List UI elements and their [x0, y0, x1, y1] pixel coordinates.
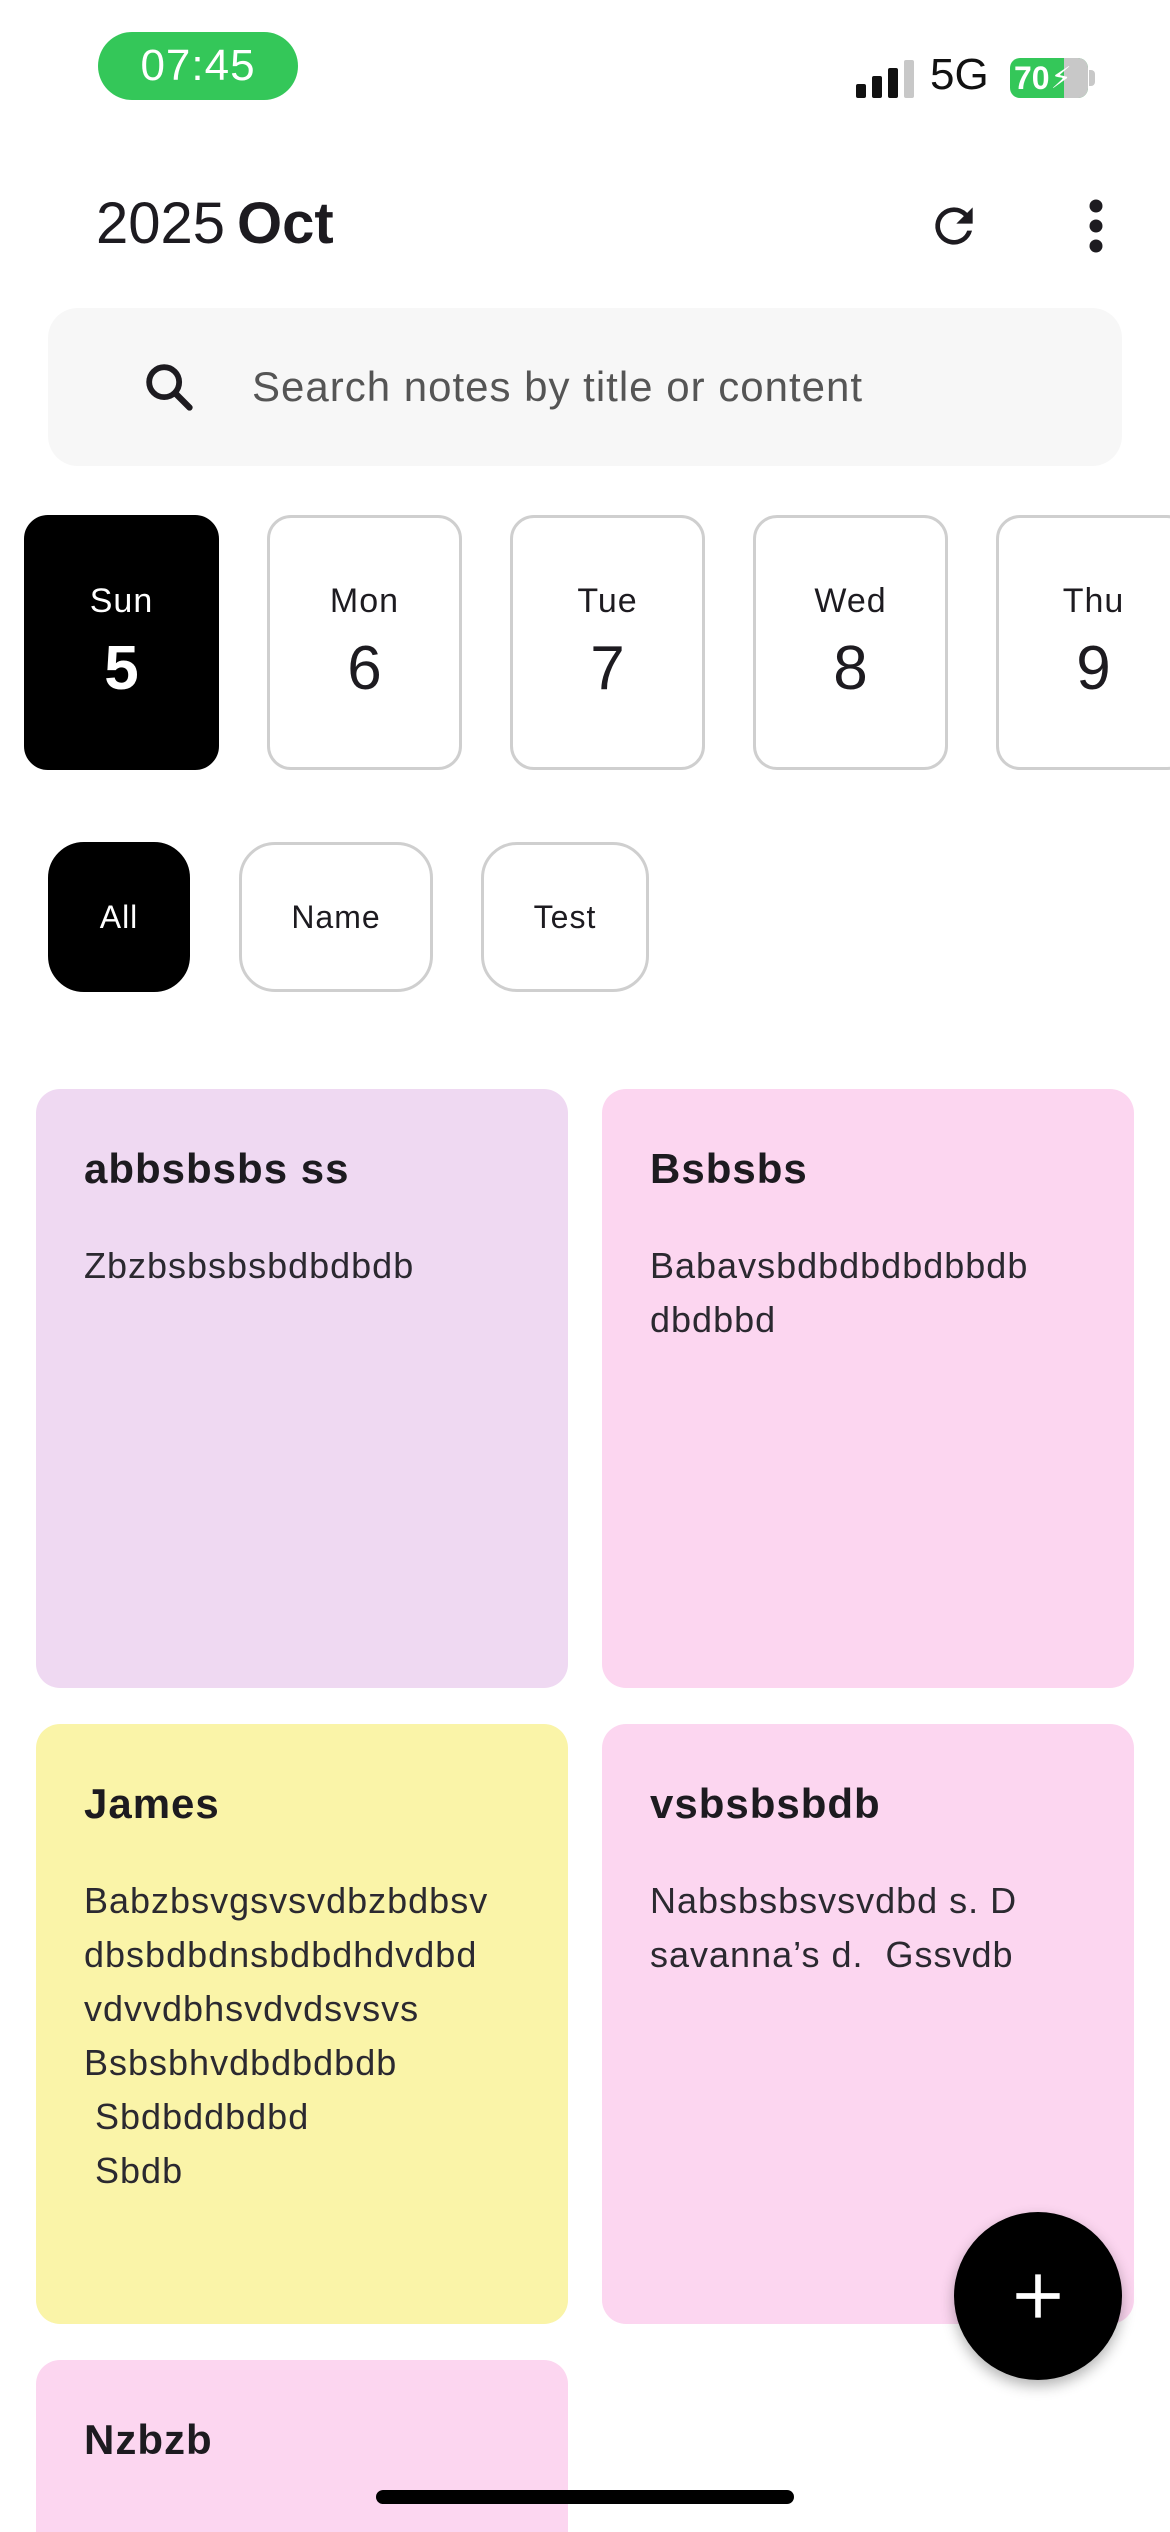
note-body: Babzbsvgsvsvdbzbdbsv dbsbdbdnsbdbdhdvdbd… — [84, 1880, 489, 2191]
day-number: 7 — [590, 633, 625, 703]
note-title: Nzbzb — [84, 2416, 213, 2463]
day-name: Wed — [814, 581, 887, 620]
day-sun[interactable]: Sun 5 — [24, 515, 219, 770]
note-title: James — [84, 1780, 220, 1827]
day-number: 6 — [347, 633, 382, 703]
day-number: 9 — [1076, 633, 1111, 703]
note-card[interactable]: abbsbsbs ss Zbzbsbsbsbdbdbdb — [36, 1089, 568, 1688]
day-tue[interactable]: Tue 7 — [510, 515, 705, 770]
day-thu[interactable]: Thu 9 — [996, 515, 1170, 770]
day-name: Mon — [329, 581, 400, 620]
cellular-signal-icon — [856, 58, 916, 98]
day-name: Sun — [89, 581, 154, 620]
note-body: Zbzbsbsbsbdbdbdb — [84, 1245, 415, 1286]
search-input[interactable] — [252, 348, 1072, 426]
day-name: Thu — [1062, 581, 1125, 620]
status-time: 07:45 — [98, 32, 298, 100]
add-note-button[interactable] — [954, 2212, 1122, 2380]
day-number: 5 — [104, 633, 139, 703]
refresh-button[interactable] — [920, 192, 988, 260]
home-indicator[interactable] — [376, 2490, 794, 2504]
note-title: Bsbsbs — [650, 1145, 808, 1192]
note-title: abbsbsbs ss — [84, 1145, 350, 1192]
day-mon[interactable]: Mon 6 — [267, 515, 462, 770]
note-card[interactable]: Nzbzb — [36, 2360, 568, 2532]
search-bar[interactable] — [48, 308, 1122, 466]
title-year: 2025 — [96, 191, 226, 256]
note-card[interactable]: James Babzbsvgsvsvdbzbdbsv dbsbdbdnsbdbd… — [36, 1724, 568, 2324]
filter-chip-test[interactable]: Test — [481, 842, 649, 992]
charging-bolt-icon: ⚡ — [1050, 61, 1072, 95]
filter-chip-name[interactable]: Name — [239, 842, 433, 992]
day-name: Tue — [577, 581, 638, 620]
battery-level: 70 — [1014, 59, 1050, 96]
page-title: 2025 Oct — [96, 190, 334, 257]
note-card[interactable]: Bsbsbs Babavsbdbdbdbdbbdb dbdbbd — [602, 1089, 1134, 1688]
network-type: 5G — [930, 50, 989, 99]
more-options-button[interactable] — [1066, 192, 1126, 260]
note-title: vsbsbsbdb — [650, 1780, 881, 1827]
refresh-icon — [935, 207, 973, 245]
status-bar: 07:45 5G 70 ⚡ — [0, 0, 1170, 130]
day-number: 8 — [833, 633, 868, 703]
battery-icon: 70 ⚡ — [1010, 58, 1088, 98]
battery-cap — [1089, 70, 1095, 86]
title-month: Oct — [237, 191, 334, 256]
more-vertical-icon — [1089, 199, 1103, 253]
plus-icon — [1016, 2274, 1060, 2318]
day-wed[interactable]: Wed 8 — [753, 515, 948, 770]
note-body: Babavsbdbdbdbdbbdb dbdbbd — [650, 1245, 1029, 1340]
day-selector: Sun 5 Mon 6 Tue 7 Wed 8 Thu 9 — [24, 515, 1170, 771]
filter-chip-all[interactable]: All — [48, 842, 190, 992]
search-icon — [146, 364, 193, 411]
note-body: Nabsbsbsvsvdbd s. D savanna’s d. Gssvdb — [650, 1880, 1018, 1975]
app-header: 2025 Oct — [0, 180, 1170, 270]
